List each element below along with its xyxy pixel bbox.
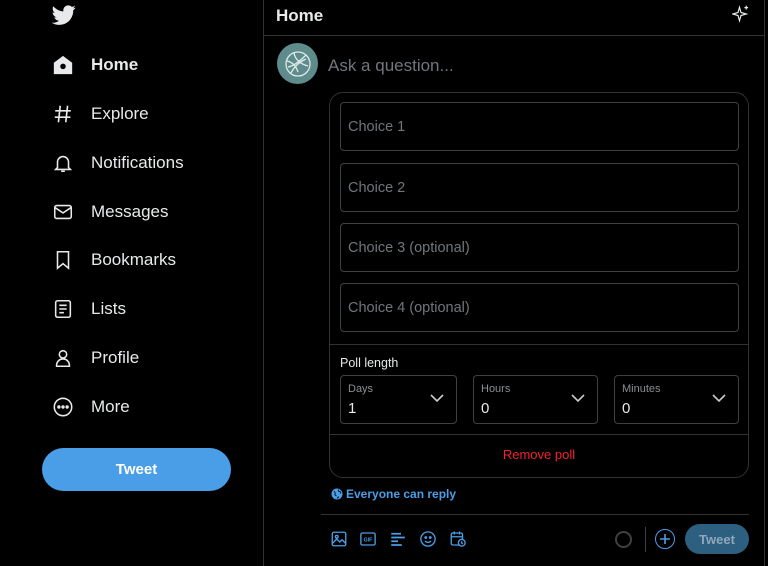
poll-choice-2-input[interactable] [341, 164, 738, 211]
nav-item-home[interactable]: Home [40, 45, 150, 85]
nav-item-label: Lists [91, 299, 126, 318]
emoji-icon[interactable] [419, 530, 437, 548]
bookmark-icon [52, 249, 74, 271]
plus-icon [660, 534, 670, 544]
poll-editor: Poll length Days 1 Hours 0 Minutes 0 Rem… [329, 92, 749, 478]
sparkle-icon[interactable] [732, 5, 750, 23]
hours-select[interactable]: Hours 0 [473, 375, 598, 424]
avatar[interactable] [277, 43, 318, 84]
divider [645, 527, 646, 552]
poll-icon[interactable] [389, 530, 407, 548]
poll-length-label: Poll length [340, 356, 399, 370]
chevron-down-icon [571, 394, 585, 403]
chevron-down-icon [712, 394, 726, 403]
home-icon [52, 54, 74, 76]
nav-item-label: Messages [91, 202, 169, 221]
avatar-image [284, 50, 311, 77]
page-title: Home [276, 6, 324, 25]
poll-choice-1-input[interactable] [341, 103, 738, 150]
days-select[interactable]: Days 1 [340, 375, 457, 424]
nav-item-label: Notifications [91, 153, 184, 172]
divider [321, 514, 749, 515]
nav-item-messages[interactable]: Messages [40, 192, 180, 232]
schedule-icon[interactable] [449, 530, 467, 548]
hours-value: 0 [481, 400, 490, 417]
svg-text:GIF: GIF [364, 538, 374, 544]
divider [330, 434, 748, 435]
nav-item-lists[interactable]: Lists [40, 289, 138, 329]
envelope-icon [52, 201, 74, 223]
gif-icon[interactable]: GIF [359, 530, 377, 548]
nav-item-label: Bookmarks [91, 250, 177, 269]
nav-item-profile[interactable]: Profile [40, 338, 151, 378]
nav-item-label: Explore [91, 104, 149, 123]
minutes-label: Minutes [622, 383, 661, 395]
remove-poll-button[interactable]: Remove poll [330, 447, 748, 462]
poll-choice-1 [340, 102, 739, 151]
bell-icon [52, 152, 74, 174]
days-label: Days [348, 383, 374, 395]
image-icon[interactable] [330, 530, 348, 548]
person-icon [52, 347, 74, 369]
poll-choice-2 [340, 163, 739, 212]
hashtag-icon [52, 103, 74, 125]
nav-item-label: More [91, 397, 130, 416]
divider [330, 344, 748, 345]
more-circle-icon [52, 396, 74, 418]
minutes-select[interactable]: Minutes 0 [614, 375, 739, 424]
poll-choice-4 [340, 283, 739, 332]
reply-setting-button[interactable]: Everyone can reply [331, 487, 456, 501]
list-icon [52, 298, 74, 320]
twitter-logo-icon[interactable] [51, 3, 77, 27]
tweet-button[interactable]: Tweet [42, 448, 231, 491]
nav-item-label: Profile [91, 348, 140, 367]
poll-choice-4-input[interactable] [341, 284, 738, 331]
reply-setting-label: Everyone can reply [346, 487, 457, 501]
character-counter [615, 531, 632, 548]
poll-choice-3-input[interactable] [341, 224, 738, 271]
nav-item-notifications[interactable]: Notifications [40, 143, 196, 183]
chevron-down-icon [430, 394, 444, 403]
question-input[interactable] [328, 56, 728, 76]
hours-label: Hours [481, 383, 511, 395]
days-value: 1 [348, 400, 357, 417]
nav-item-explore[interactable]: Explore [40, 94, 161, 134]
header: Home [264, 0, 764, 36]
nav-item-bookmarks[interactable]: Bookmarks [40, 240, 188, 280]
main-column: Home Poll length Days 1 [263, 0, 765, 566]
add-tweet-icon[interactable] [655, 529, 675, 549]
nav-item-more[interactable]: More [40, 387, 142, 427]
minutes-value: 0 [622, 400, 631, 417]
nav-item-label: Home [91, 55, 139, 74]
globe-icon [331, 488, 343, 500]
sidebar: Home Explore Notifications Messages Book… [0, 0, 263, 566]
poll-choice-3 [340, 223, 739, 272]
compose-tweet-button[interactable]: Tweet [685, 524, 749, 554]
